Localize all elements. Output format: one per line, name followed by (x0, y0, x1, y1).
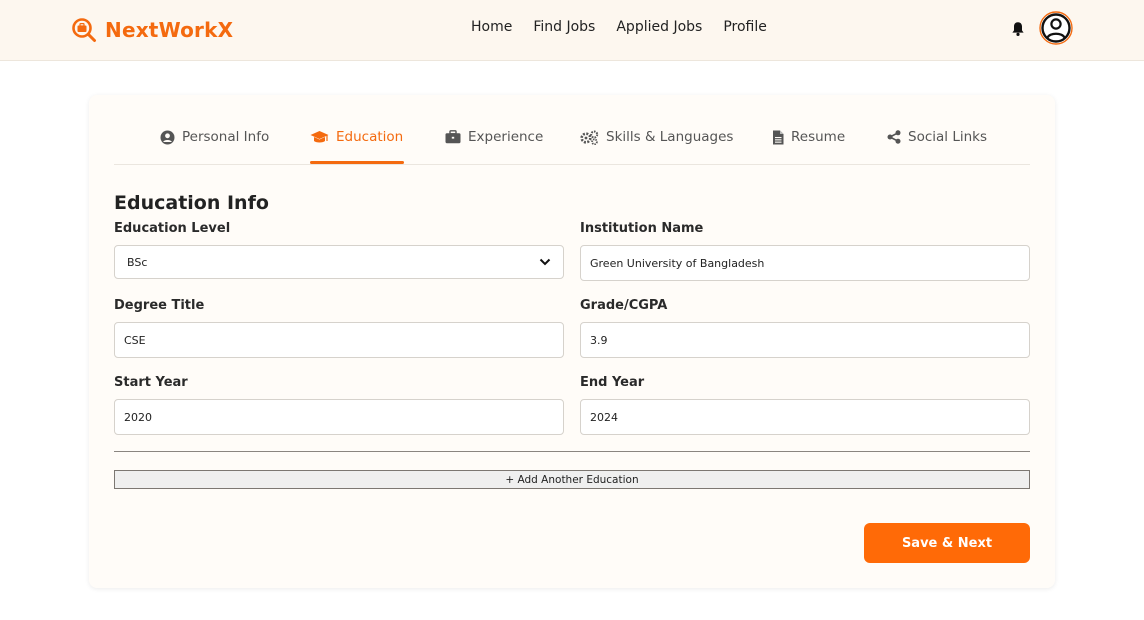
brand-name: NextWorkX (105, 18, 234, 42)
degree-title-input[interactable] (114, 322, 564, 358)
start-year-label: Start Year (114, 375, 188, 390)
nav-applied-jobs[interactable]: Applied Jobs (616, 19, 702, 35)
tab-social-links[interactable]: Social Links (887, 127, 987, 147)
nav-profile[interactable]: Profile (723, 19, 767, 35)
add-another-education-button[interactable]: + Add Another Education (114, 470, 1030, 489)
tab-education[interactable]: Education (310, 127, 403, 147)
active-tab-indicator (310, 161, 404, 164)
institution-name-input[interactable] (580, 245, 1030, 281)
nav-home[interactable]: Home (471, 19, 512, 35)
tab-resume[interactable]: Resume (772, 127, 845, 147)
tab-skills-languages[interactable]: Skills & Languages (580, 127, 733, 147)
education-level-value: BSc (127, 255, 148, 269)
avatar-icon[interactable] (1039, 11, 1073, 45)
grade-cgpa-label: Grade/CGPA (580, 298, 668, 313)
tab-label: Personal Info (182, 129, 270, 145)
tab-label: Experience (468, 129, 544, 145)
tab-label: Education (336, 129, 404, 145)
profile-tabs: Personal Info Education Experience Skill… (114, 95, 1030, 165)
institution-name-label: Institution Name (580, 221, 704, 236)
save-next-button[interactable]: Save & Next (864, 523, 1030, 563)
graduation-cap-icon (310, 130, 329, 142)
brand-logo[interactable]: NextWorkX (71, 15, 233, 45)
user-circle-icon (160, 130, 175, 144)
start-year-input[interactable] (114, 399, 564, 435)
briefcase-icon (445, 130, 461, 144)
tab-label: Skills & Languages (606, 129, 734, 145)
end-year-input[interactable] (580, 399, 1030, 435)
search-briefcase-logo-icon (72, 18, 96, 42)
bell-icon[interactable] (1011, 21, 1025, 37)
tab-label: Social Links (908, 129, 987, 145)
section-divider (114, 451, 1030, 452)
tab-experience[interactable]: Experience (445, 127, 543, 147)
education-level-select-box[interactable]: BSc (114, 245, 564, 279)
top-navbar: NextWorkX Home Find Jobs Applied Jobs Pr… (0, 0, 1144, 61)
education-level-label: Education Level (114, 221, 231, 236)
file-icon (773, 130, 784, 144)
section-title: Education Info (114, 192, 269, 214)
end-year-label: End Year (580, 375, 645, 390)
profile-form-card: Personal Info Education Experience Skill… (89, 95, 1055, 588)
tab-label: Resume (791, 129, 846, 145)
degree-title-label: Degree Title (114, 298, 205, 313)
main-nav: Home Find Jobs Applied Jobs Profile (471, 19, 788, 35)
share-icon (887, 130, 901, 144)
grade-cgpa-input[interactable] (580, 322, 1030, 358)
education-level-select[interactable]: BSc (114, 245, 564, 279)
tab-personal-info[interactable]: Personal Info (160, 127, 269, 147)
chevron-down-icon (539, 258, 551, 266)
gears-icon (580, 130, 599, 145)
nav-find-jobs[interactable]: Find Jobs (533, 19, 595, 35)
